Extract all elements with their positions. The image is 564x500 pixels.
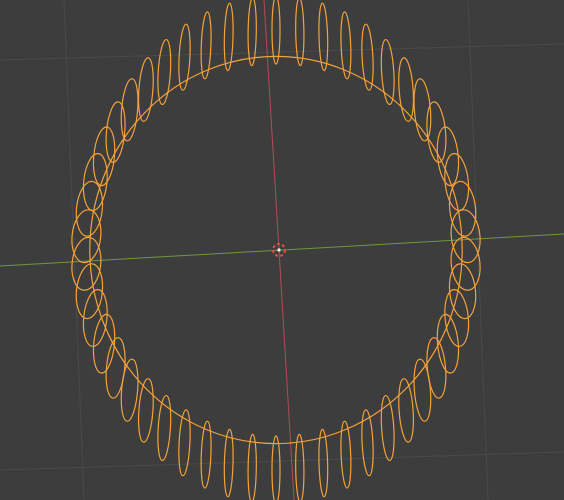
3d-cursor-center-dot <box>277 248 281 252</box>
3d-viewport[interactable] <box>0 0 564 500</box>
viewport-canvas[interactable] <box>0 0 564 500</box>
